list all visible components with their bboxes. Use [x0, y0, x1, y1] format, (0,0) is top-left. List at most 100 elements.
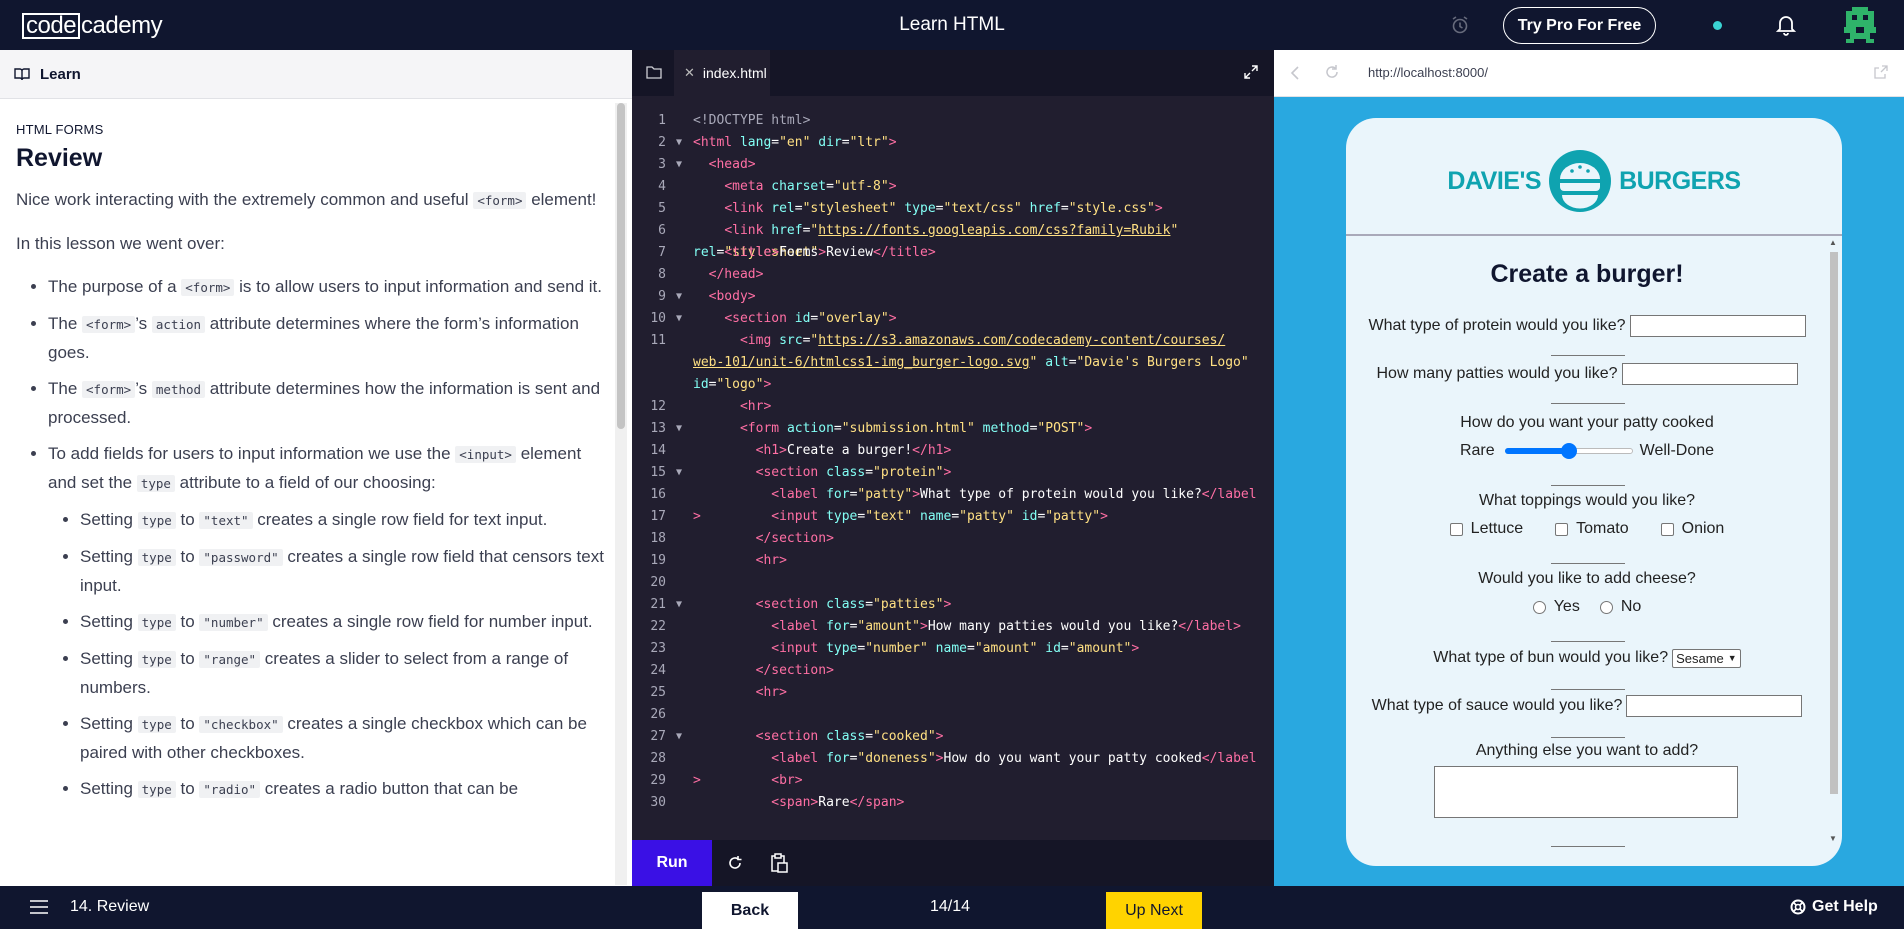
preview-scrollbar[interactable]: ▲ ▼ — [1828, 238, 1840, 846]
cheese-yes-option[interactable]: Yes — [1532, 598, 1580, 616]
browser-preview: http://localhost:8000/ DAVIE'S BURGERS C… — [1274, 50, 1904, 886]
tomato-option[interactable]: Tomato — [1555, 520, 1629, 538]
code-line[interactable]: 13 ▼ <form action="submission.html" metho… — [632, 418, 1274, 440]
back-button[interactable]: Back — [702, 892, 798, 929]
code-line[interactable]: 8 </head> — [632, 264, 1274, 286]
fold-arrow-icon[interactable]: ▼ — [676, 132, 682, 154]
browser-back-icon[interactable] — [1290, 66, 1300, 80]
patties-number-input[interactable] — [1621, 363, 1798, 385]
lesson-title: Review — [16, 144, 103, 172]
learn-tab-label[interactable]: Learn — [40, 66, 81, 83]
editor-footer: Run — [632, 840, 1274, 886]
code-text: <span>Rare</span> — [771, 795, 905, 810]
preview-scrollbar-thumb[interactable] — [1830, 252, 1838, 794]
up-next-button[interactable]: Up Next — [1106, 892, 1202, 929]
code-line[interactable]: 28 <label for="doneness">How do you want… — [632, 748, 1274, 788]
line-number: 15 — [650, 465, 666, 480]
doneness-slider[interactable] — [1504, 443, 1633, 459]
fold-arrow-icon[interactable]: ▼ — [676, 462, 682, 484]
code-line[interactable]: 10 ▼ <section id="overlay"> — [632, 308, 1274, 330]
code-line[interactable]: 1 <!DOCTYPE html> — [632, 110, 1274, 132]
inline-code: <input> — [455, 446, 516, 463]
code-line[interactable]: 29 <br> — [632, 770, 1274, 792]
code-line[interactable]: 22 <label for="amount">How many patties … — [632, 616, 1274, 638]
fold-arrow-icon[interactable]: ▼ — [676, 286, 682, 308]
learn-scrollbar[interactable] — [615, 103, 627, 885]
code-line[interactable]: 14 <h1>Create a burger!</h1> — [632, 440, 1274, 462]
browser-url[interactable]: http://localhost:8000/ — [1368, 65, 1488, 80]
fold-arrow-icon[interactable]: ▼ — [676, 594, 682, 616]
try-pro-button[interactable]: Try Pro For Free — [1503, 7, 1656, 44]
get-help-button[interactable]: Get Help — [1790, 898, 1878, 916]
alarm-clock-icon[interactable] — [1450, 15, 1470, 35]
chevron-down-icon: ▼ — [1727, 653, 1737, 663]
codecademy-logo[interactable]: code cademy — [22, 12, 163, 39]
browser-refresh-icon[interactable] — [1324, 64, 1340, 80]
divider — [1551, 846, 1625, 847]
code-line[interactable]: 4 <meta charset="utf-8"> — [632, 176, 1274, 198]
code-line[interactable]: 12 <hr> — [632, 396, 1274, 418]
cheese-no-option[interactable]: No — [1599, 598, 1641, 616]
cheese-no-radio[interactable] — [1599, 600, 1613, 614]
help-icon — [1790, 899, 1806, 915]
code-line[interactable]: 18 </section> — [632, 528, 1274, 550]
protein-row: What type of protein would you like? — [1346, 314, 1828, 338]
hamburger-menu-icon[interactable] — [30, 900, 48, 914]
code-line[interactable]: 2 ▼ <html lang="en" dir="ltr"> — [632, 132, 1274, 154]
lettuce-option[interactable]: Lettuce — [1449, 520, 1523, 538]
code-text: </section> — [755, 531, 834, 546]
copy-to-clipboard-icon[interactable] — [770, 852, 788, 874]
run-button[interactable]: Run — [632, 840, 712, 886]
tab-index-html[interactable]: ✕ index.html — [674, 50, 770, 96]
fold-arrow-icon[interactable]: ▼ — [676, 308, 682, 330]
current-lesson-label[interactable]: 14. Review — [70, 898, 149, 916]
inline-code: type — [137, 651, 176, 668]
cheese-yes-radio[interactable] — [1532, 600, 1546, 614]
expand-icon[interactable] — [1244, 65, 1258, 79]
code-line[interactable]: 21 ▼ <section class="patties"> — [632, 594, 1274, 616]
open-in-new-window-icon[interactable] — [1874, 65, 1888, 79]
learn-scrollbar-thumb[interactable] — [617, 103, 625, 429]
code-line[interactable]: 11 <img src="https://s3.amazonaws.com/co… — [632, 330, 1274, 396]
tomato-checkbox[interactable] — [1555, 522, 1569, 536]
bun-select[interactable]: Sesame ▼ — [1672, 648, 1741, 668]
onion-checkbox[interactable] — [1660, 522, 1674, 536]
code-line[interactable]: 25 <hr> — [632, 682, 1274, 704]
scroll-up-arrow-icon[interactable]: ▲ — [1829, 238, 1837, 247]
sauce-input[interactable] — [1626, 695, 1803, 717]
code-line[interactable]: 19 <hr> — [632, 550, 1274, 572]
code-line[interactable]: 27 ▼ <section class="cooked"> — [632, 726, 1274, 748]
code-line[interactable]: 16 <label for="patty">What type of prote… — [632, 484, 1274, 524]
code-line[interactable]: 9 ▼ <body> — [632, 286, 1274, 308]
fold-arrow-icon[interactable]: ▼ — [676, 726, 682, 748]
code-line[interactable]: 26 — [632, 704, 1274, 726]
toppings-label: What toppings would you like? — [1478, 492, 1696, 509]
code-line[interactable]: 6 <link href="https://fonts.googleapis.c… — [632, 220, 1274, 260]
bell-icon[interactable] — [1776, 14, 1796, 36]
code-line[interactable]: 30 <span>Rare</span> — [632, 792, 1274, 814]
code-line[interactable]: 5 <link rel="stylesheet" type="text/css"… — [632, 198, 1274, 220]
lettuce-checkbox[interactable] — [1449, 522, 1463, 536]
code-line[interactable]: 24 </section> — [632, 660, 1274, 682]
user-avatar[interactable] — [1842, 5, 1878, 45]
reset-icon[interactable] — [726, 854, 744, 872]
onion-option[interactable]: Onion — [1660, 520, 1724, 538]
code-line[interactable]: 23 <input type="number" name="amount" id… — [632, 638, 1274, 660]
scroll-down-arrow-icon[interactable]: ▼ — [1829, 834, 1837, 843]
extra-textarea[interactable] — [1434, 766, 1738, 818]
code-line[interactable]: 17 <input type="text" name="patty" id="p… — [632, 506, 1274, 528]
doneness-row: Rare Well-Done — [1346, 441, 1828, 461]
code-line[interactable]: 20 — [632, 572, 1274, 594]
code-line[interactable]: 3 ▼ <head> — [632, 154, 1274, 176]
fold-arrow-icon[interactable]: ▼ — [676, 418, 682, 440]
protein-input[interactable] — [1629, 315, 1806, 337]
code-line[interactable]: 7 <title>Forms Review</title> — [632, 242, 1274, 264]
slider-thumb[interactable] — [1560, 443, 1577, 459]
code-text: <meta charset="utf-8"> — [724, 179, 897, 194]
code-editor[interactable]: 1 <!DOCTYPE html> 2 ▼ <html lang="en" dir="l… — [632, 110, 1274, 840]
extra-label: Anything else you want to add? — [1475, 742, 1699, 759]
folder-icon[interactable] — [646, 65, 662, 79]
fold-arrow-icon[interactable]: ▼ — [676, 154, 682, 176]
close-icon[interactable]: ✕ — [684, 65, 695, 81]
code-line[interactable]: 15 ▼ <section class="protein"> — [632, 462, 1274, 484]
